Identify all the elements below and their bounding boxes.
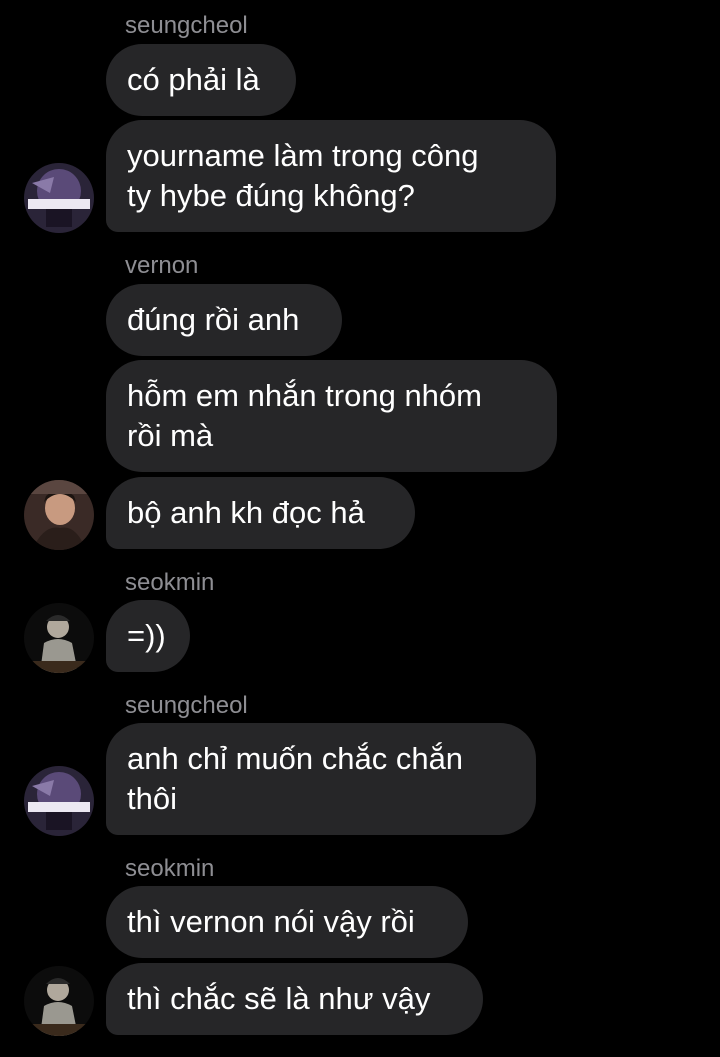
message-text: anh chỉ muốn chắc chắn [127, 741, 464, 776]
message-bubble[interactable]: anh chỉ muốn chắc chắn thôi [106, 723, 536, 835]
message-text: bộ anh kh đọc hả [127, 495, 365, 530]
message-text: ty hybe đúng không? [127, 178, 415, 213]
message-text: yourname làm trong công [127, 138, 479, 173]
message-text: hỗm em nhắn trong nhóm [127, 378, 482, 413]
sender-name: seokmin [125, 855, 215, 882]
seokmin-avatar-icon[interactable] [24, 966, 94, 1036]
message-bubble[interactable]: đúng rồi anh [106, 284, 342, 356]
message-text: rồi mà [127, 418, 214, 453]
seungcheol-avatar-icon[interactable] [24, 163, 94, 233]
message-text: đúng rồi anh [127, 302, 300, 337]
message-bubble[interactable]: yourname làm trong công ty hybe đúng khô… [106, 120, 556, 232]
sender-name: seungcheol [125, 692, 248, 719]
message-text: thì chắc sẽ là như vậy [127, 981, 431, 1016]
message-bubble[interactable]: =)) [106, 600, 190, 672]
message-text: có phải là [127, 62, 260, 97]
message-text: =)) [127, 618, 166, 653]
message-bubble[interactable]: thì vernon nói vậy rồi [106, 886, 468, 958]
message-text: thôi [127, 781, 177, 816]
sender-name: seungcheol [125, 12, 248, 39]
vernon-avatar-icon[interactable] [24, 480, 94, 550]
message-bubble[interactable]: hỗm em nhắn trong nhóm rồi mà [106, 360, 557, 472]
message-bubble[interactable]: thì chắc sẽ là như vậy [106, 963, 483, 1035]
message-bubble[interactable]: có phải là [106, 44, 296, 116]
sender-name: seokmin [125, 569, 215, 596]
message-text: thì vernon nói vậy rồi [127, 904, 415, 939]
seungcheol-avatar-icon[interactable] [24, 766, 94, 836]
message-bubble[interactable]: bộ anh kh đọc hả [106, 477, 415, 549]
seokmin-avatar-icon[interactable] [24, 603, 94, 673]
sender-name: vernon [125, 252, 199, 279]
